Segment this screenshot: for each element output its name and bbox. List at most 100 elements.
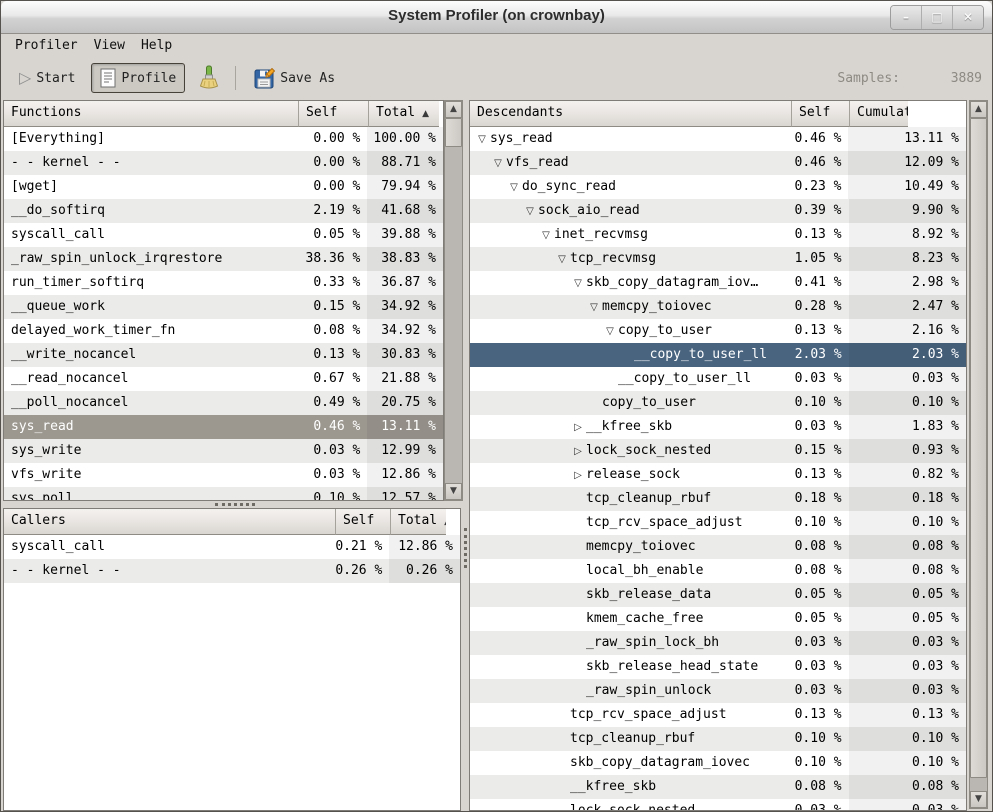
descendants-column-header[interactable]: Descendants	[470, 101, 792, 127]
self-column-header[interactable]: Self	[299, 101, 369, 127]
table-row[interactable]: skb_release_head_state0.03 %0.03 %	[470, 655, 966, 679]
vertical-splitter[interactable]	[462, 98, 469, 812]
minimize-button[interactable]: –	[891, 6, 921, 29]
total-value: 0.03 %	[849, 679, 966, 703]
callers-column-header[interactable]: Callers	[4, 509, 336, 535]
self-value: 0.00 %	[298, 127, 368, 151]
menu-help[interactable]: Help	[133, 36, 180, 55]
maximize-button[interactable]: □	[921, 6, 952, 29]
save-as-button[interactable]: Save As	[246, 64, 343, 93]
scroll-down-icon[interactable]: ▼	[970, 791, 987, 808]
self-value: 0.03 %	[791, 367, 849, 391]
expander-open-icon[interactable]: ▽	[538, 224, 554, 247]
scroll-down-icon[interactable]: ▼	[445, 483, 462, 500]
table-row[interactable]: tcp_rcv_space_adjust0.13 %0.13 %	[470, 703, 966, 727]
table-row[interactable]: ▷release_sock0.13 %0.82 %	[470, 463, 966, 487]
table-row[interactable]: delayed_work_timer_fn0.08 %34.92 %	[4, 319, 443, 343]
table-row[interactable]: sys_poll0.10 %12.57 %	[4, 487, 443, 501]
total-value: 36.87 %	[367, 271, 443, 295]
self-value: 2.03 %	[791, 343, 849, 367]
expander-open-icon[interactable]: ▽	[490, 152, 506, 175]
table-row[interactable]: ▽vfs_read0.46 %12.09 %	[470, 151, 966, 175]
scroll-up-icon[interactable]: ▲	[445, 101, 462, 118]
table-row[interactable]: ▽memcpy_toiovec0.28 %2.47 %	[470, 295, 966, 319]
table-row[interactable]: [Everything]0.00 %100.00 %	[4, 127, 443, 151]
expander-open-icon[interactable]: ▽	[554, 248, 570, 271]
expander-closed-icon[interactable]: ▷	[570, 464, 586, 487]
total-value: 88.71 %	[367, 151, 443, 175]
table-row[interactable]: skb_release_data0.05 %0.05 %	[470, 583, 966, 607]
functions-scrollbar-thumb[interactable]	[445, 118, 462, 147]
table-row[interactable]: memcpy_toiovec0.08 %0.08 %	[470, 535, 966, 559]
table-row[interactable]: [wget]0.00 %79.94 %	[4, 175, 443, 199]
scroll-up-icon[interactable]: ▲	[970, 101, 987, 118]
total-value: 0.10 %	[849, 751, 966, 775]
descendants-self-column-header[interactable]: Self	[792, 101, 850, 127]
expander-open-icon[interactable]: ▽	[586, 296, 602, 319]
table-row[interactable]: ▽sys_read0.46 %13.11 %	[470, 127, 966, 151]
cumulative-column-header[interactable]: Cumulative▲	[850, 101, 908, 127]
table-row[interactable]: __copy_to_user_ll0.03 %0.03 %	[470, 367, 966, 391]
table-row[interactable]: ▷__kfree_skb0.03 %1.83 %	[470, 415, 966, 439]
table-row[interactable]: - - kernel - -0.26 %0.26 %	[4, 559, 460, 583]
table-row[interactable]: __copy_to_user_ll2.03 %2.03 %	[470, 343, 966, 367]
table-row[interactable]: vfs_write0.03 %12.86 %	[4, 463, 443, 487]
table-row[interactable]: syscall_call0.21 %12.86 %	[4, 535, 460, 559]
table-row[interactable]: ▽inet_recvmsg0.13 %8.92 %	[470, 223, 966, 247]
function-name: __copy_to_user_ll	[634, 347, 767, 362]
table-row[interactable]: ▽copy_to_user0.13 %2.16 %	[470, 319, 966, 343]
expander-open-icon[interactable]: ▽	[506, 176, 522, 199]
menu-view[interactable]: View	[86, 36, 133, 55]
table-row[interactable]: __do_softirq2.19 %41.68 %	[4, 199, 443, 223]
table-row[interactable]: ▷lock_sock_nested0.15 %0.93 %	[470, 439, 966, 463]
total-value: 0.93 %	[849, 439, 966, 463]
function-name: __kfree_skb	[570, 779, 656, 794]
callers-total-column-header[interactable]: Total▲	[391, 509, 446, 535]
table-row[interactable]: __read_nocancel0.67 %21.88 %	[4, 367, 443, 391]
functions-scrollbar[interactable]: ▲ ▼	[444, 100, 463, 501]
table-row[interactable]: syscall_call0.05 %39.88 %	[4, 223, 443, 247]
table-row[interactable]: copy_to_user0.10 %0.10 %	[470, 391, 966, 415]
table-row[interactable]: ▽sock_aio_read0.39 %9.90 %	[470, 199, 966, 223]
profile-button[interactable]: Profile	[91, 63, 185, 93]
expander-open-icon[interactable]: ▽	[522, 200, 538, 223]
table-row[interactable]: __write_nocancel0.13 %30.83 %	[4, 343, 443, 367]
table-row[interactable]: sys_read0.46 %13.11 %	[4, 415, 443, 439]
table-row[interactable]: tcp_cleanup_rbuf0.10 %0.10 %	[470, 727, 966, 751]
table-row[interactable]: __poll_nocancel0.49 %20.75 %	[4, 391, 443, 415]
descendants-scrollbar[interactable]: ▲ ▼	[969, 100, 988, 809]
reset-button[interactable]	[193, 61, 225, 95]
expander-open-icon[interactable]: ▽	[474, 128, 490, 151]
total-column-header[interactable]: Total▲	[369, 101, 439, 127]
table-row[interactable]: lock_sock_nested0.03 %0.03 %	[470, 799, 966, 811]
table-row[interactable]: _raw_spin_unlock0.03 %0.03 %	[470, 679, 966, 703]
expander-closed-icon[interactable]: ▷	[570, 440, 586, 463]
functions-column-header[interactable]: Functions	[4, 101, 299, 127]
table-row[interactable]: __kfree_skb0.08 %0.08 %	[470, 775, 966, 799]
total-value: 9.90 %	[849, 199, 966, 223]
expander-closed-icon[interactable]: ▷	[570, 416, 586, 439]
total-value: 0.26 %	[389, 559, 460, 583]
expander-open-icon[interactable]: ▽	[602, 320, 618, 343]
table-row[interactable]: __queue_work0.15 %34.92 %	[4, 295, 443, 319]
table-row[interactable]: sys_write0.03 %12.99 %	[4, 439, 443, 463]
callers-self-column-header[interactable]: Self	[336, 509, 391, 535]
descendants-scrollbar-thumb[interactable]	[970, 118, 987, 778]
table-row[interactable]: ▽skb_copy_datagram_iov…0.41 %2.98 %	[470, 271, 966, 295]
expander-open-icon[interactable]: ▽	[570, 272, 586, 295]
table-row[interactable]: run_timer_softirq0.33 %36.87 %	[4, 271, 443, 295]
table-row[interactable]: kmem_cache_free0.05 %0.05 %	[470, 607, 966, 631]
table-row[interactable]: _raw_spin_unlock_irqrestore38.36 %38.83 …	[4, 247, 443, 271]
table-row[interactable]: local_bh_enable0.08 %0.08 %	[470, 559, 966, 583]
table-row[interactable]: - - kernel - -0.00 %88.71 %	[4, 151, 443, 175]
table-row[interactable]: skb_copy_datagram_iovec0.10 %0.10 %	[470, 751, 966, 775]
menu-profiler[interactable]: Profiler	[7, 36, 86, 55]
close-button[interactable]: ✕	[952, 6, 983, 29]
table-row[interactable]: ▽do_sync_read0.23 %10.49 %	[470, 175, 966, 199]
table-row[interactable]: _raw_spin_lock_bh0.03 %0.03 %	[470, 631, 966, 655]
table-row[interactable]: tcp_rcv_space_adjust0.10 %0.10 %	[470, 511, 966, 535]
horizontal-splitter[interactable]	[3, 501, 461, 508]
start-button[interactable]: ▷ Start	[11, 66, 83, 90]
table-row[interactable]: ▽tcp_recvmsg1.05 %8.23 %	[470, 247, 966, 271]
table-row[interactable]: tcp_cleanup_rbuf0.18 %0.18 %	[470, 487, 966, 511]
